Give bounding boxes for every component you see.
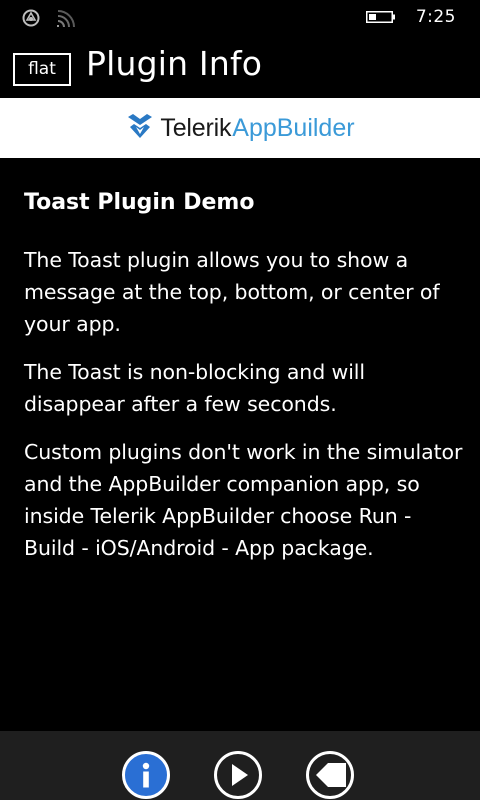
flat-button[interactable]: flat [13,53,71,86]
info-button[interactable] [122,751,170,799]
status-right: 7:25 [365,7,456,27]
brand-banner: Telerik AppBuilder [0,98,480,158]
info-icon [125,754,167,796]
data-sync-icon [22,8,40,32]
clock: 7:25 [415,7,456,27]
content-paragraph: The Toast is non-blocking and will disap… [24,360,365,416]
status-indicators [22,8,82,28]
header: flat Plugin Info [0,36,480,98]
telerik-appbuilder-logo: Telerik AppBuilder [125,113,355,143]
content: Toast Plugin Demo The Toast plugin allow… [24,188,464,580]
content-paragraph: Custom plugins don't work in the simulat… [24,440,463,560]
app-bar [0,731,480,800]
back-button[interactable] [306,751,354,799]
telerik-logo-icon [125,113,155,143]
play-button[interactable] [214,751,262,799]
play-icon [217,754,259,796]
wifi-signal-icon [56,8,80,32]
brand-telerik-text: Telerik [160,113,232,142]
page-title: Plugin Info [86,44,263,83]
battery-icon [365,11,396,23]
back-icon [309,754,351,796]
content-heading: Toast Plugin Demo [24,190,255,215]
brand-appbuilder-text: AppBuilder [232,113,355,142]
status-bar: 7:25 [0,0,480,36]
content-paragraph: The Toast plugin allows you to show a me… [24,248,440,336]
